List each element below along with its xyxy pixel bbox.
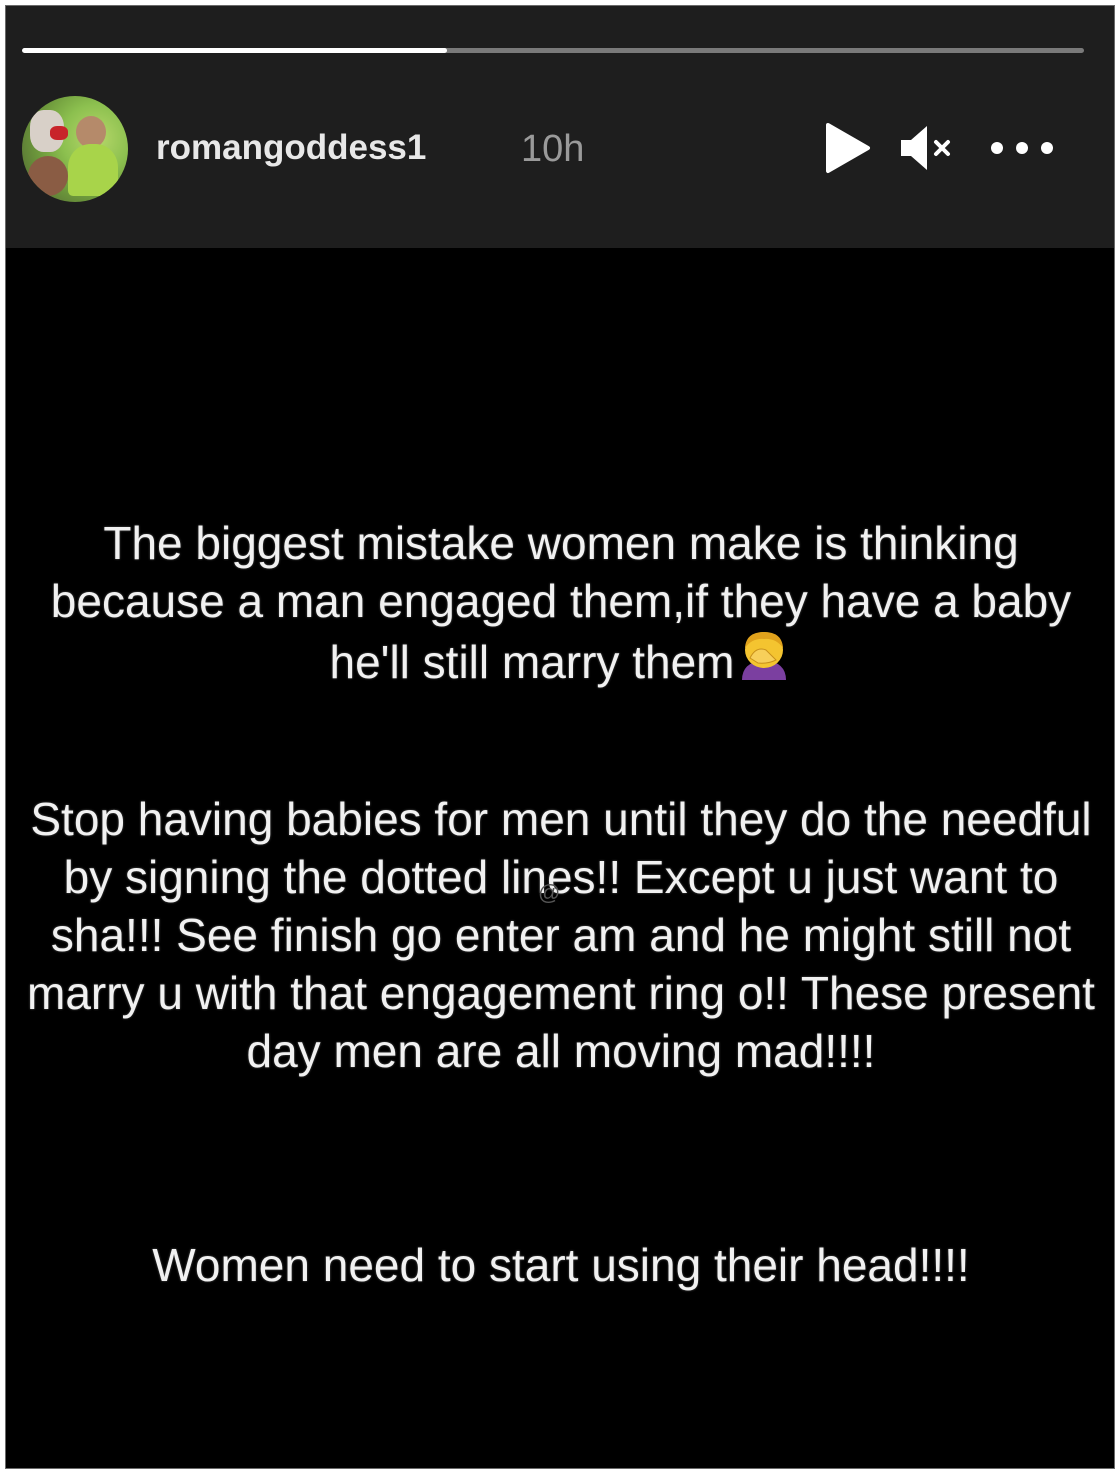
story-text-paragraph: Stop having babies for men until they do… bbox=[27, 793, 1095, 1077]
more-options-button[interactable] bbox=[982, 120, 1062, 176]
play-button[interactable] bbox=[818, 120, 878, 176]
paragraph-text: The biggest mistake women make is thinki… bbox=[50, 517, 1072, 688]
avatar-shape bbox=[28, 156, 68, 196]
post-timestamp: 10h bbox=[521, 128, 585, 170]
story-content: The biggest mistake women make is thinki… bbox=[6, 248, 1114, 1468]
facepalm-emoji bbox=[736, 630, 792, 695]
play-icon bbox=[826, 123, 870, 173]
story-text-paragraph: The biggest mistake women make is thinki… bbox=[16, 514, 1106, 695]
more-options-icon bbox=[991, 142, 1053, 154]
avatar-shape bbox=[50, 126, 68, 140]
story-frame: romangoddess1 10h The biggest mistake wo… bbox=[5, 5, 1115, 1469]
story-header: romangoddess1 10h bbox=[6, 6, 1114, 248]
muted-speaker-icon bbox=[901, 126, 950, 170]
story-progress-bar bbox=[22, 48, 1084, 53]
watermark: @ bbox=[538, 880, 561, 905]
avatar-shape bbox=[68, 144, 118, 196]
profile-avatar[interactable] bbox=[22, 96, 128, 202]
story-text-paragraph: Women need to start using their head!!!! bbox=[152, 1239, 970, 1291]
username[interactable]: romangoddess1 bbox=[156, 128, 426, 168]
mute-button[interactable] bbox=[894, 120, 960, 176]
story-progress-fill bbox=[22, 48, 447, 53]
